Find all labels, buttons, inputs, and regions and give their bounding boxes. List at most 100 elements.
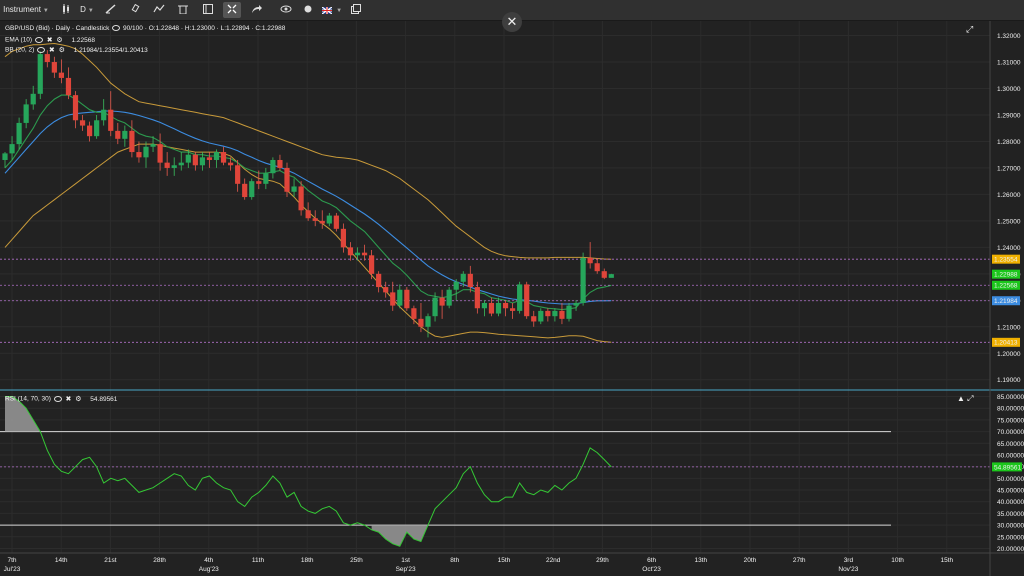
candle-body (439, 297, 445, 306)
share-arrow-icon (246, 4, 268, 14)
date-tick-label: 6th (647, 557, 656, 564)
date-tick-label: 8th (450, 557, 459, 564)
ema-label: EMA (10) (5, 36, 33, 44)
rsi-pane-controls[interactable]: ▲ ⤢ (957, 394, 974, 404)
ohlc-close: C:1.22988 (255, 25, 286, 32)
candle-body (418, 318, 424, 327)
candle-body (608, 274, 614, 278)
candle-body (277, 159, 283, 168)
eye-icon[interactable] (34, 37, 43, 43)
chart-settings-button[interactable] (200, 2, 216, 18)
draw-tools-button[interactable] (124, 2, 146, 18)
rsi-tick-label: 60.00000 (997, 452, 1024, 459)
share-button[interactable] (246, 2, 268, 18)
candle-body (256, 181, 262, 184)
date-month-label: Aug'23 (199, 566, 219, 573)
chart-type-button[interactable] (54, 2, 78, 18)
price-tick-label: 1.25000 (997, 218, 1021, 225)
candle-body (30, 93, 36, 105)
gear-icon[interactable]: ⚙ (75, 395, 81, 403)
rsi-value: 54.89561 (90, 395, 118, 403)
close-icon[interactable]: ✖ (47, 36, 53, 44)
date-month-label: Oct'23 (642, 566, 661, 573)
alerts-button[interactable] (274, 2, 298, 18)
candle-body (404, 289, 410, 309)
date-tick-label: 10th (891, 557, 904, 564)
rsi-tick-label: 85.00000 (997, 394, 1024, 401)
maximize-price-pane-button[interactable]: ⤢ (966, 24, 973, 35)
candle-body (580, 257, 586, 303)
rsi-indicator (0, 396, 990, 547)
arrows-collapse-icon (223, 4, 241, 14)
price-tick-label: 1.30000 (997, 86, 1021, 93)
close-icon[interactable]: ✖ (49, 46, 55, 54)
candle-body (354, 252, 361, 256)
brush-icon (124, 4, 146, 14)
rsi-tick-label: 45.00000 (997, 488, 1024, 495)
rsi-tick-label: 35.00000 (997, 511, 1024, 518)
date-tick-label: 15th (498, 557, 511, 564)
date-month-label: Jul'23 (4, 566, 21, 573)
drawing-line-tool-button[interactable] (100, 2, 122, 18)
delete-drawings-button[interactable] (172, 2, 194, 18)
candle-body (312, 218, 318, 221)
candle-body (242, 183, 248, 198)
candle-body (16, 122, 22, 145)
fit-to-screen-button[interactable] (223, 2, 241, 18)
candle-body (94, 120, 100, 137)
candle-body (376, 273, 382, 288)
gear-icon[interactable]: ⚙ (59, 46, 65, 54)
language-selector[interactable]: ▼ (320, 2, 344, 18)
candle-body (298, 186, 304, 211)
candle-body (249, 181, 255, 198)
candle-body (72, 95, 79, 121)
price-tick-label: 1.29000 (997, 112, 1021, 119)
candle-body (192, 154, 198, 166)
candle-body (101, 109, 107, 121)
candle-body (601, 271, 607, 278)
candle-body (291, 186, 297, 192)
candle-body (432, 297, 438, 317)
price-marker-label: 1.23554 (994, 257, 1018, 264)
candle-body (150, 144, 156, 147)
candle-body (178, 162, 184, 166)
expand-arrows-icon: ⤢ (966, 24, 974, 34)
price-tick-label: 1.31000 (997, 60, 1021, 67)
expand-arrows-icon: ⤢ (967, 394, 974, 403)
candle-body (263, 173, 269, 184)
trash-icon (172, 4, 194, 14)
detach-window-button[interactable] (348, 2, 364, 18)
price-chart[interactable]: 1.32000 1.31000 1.30000 1.29000 1.28000 1.270… (0, 21, 1024, 576)
candle-body (369, 255, 375, 274)
close-chart-button[interactable]: ✕ (502, 12, 522, 32)
candle-body (347, 247, 354, 256)
timeframe-selector[interactable]: D ▼ (78, 2, 96, 18)
date-month-label: Sep'23 (396, 566, 416, 573)
rsi-tick-label: 75.00000 (997, 417, 1024, 424)
price-tick-label: 1.19000 (997, 377, 1021, 384)
price-tick-label: 1.28000 (997, 139, 1021, 146)
candlestick-icon (54, 4, 78, 14)
eye-icon[interactable] (37, 47, 46, 53)
eye-icon[interactable] (53, 396, 62, 402)
price-marker-label: 1.20413 (994, 340, 1018, 347)
date-tick-label: 3rd (844, 557, 854, 564)
rsi-marker-label: 54.89561 (994, 464, 1021, 471)
candle-body (171, 165, 177, 168)
gear-icon[interactable]: ⚙ (56, 36, 62, 44)
visibility-button[interactable] (298, 2, 320, 18)
candle-body (474, 287, 480, 309)
date-tick-label: 11th (252, 557, 265, 564)
candle-body (79, 120, 86, 126)
candle-body (235, 165, 241, 184)
price-tick-label: 1.21000 (997, 324, 1021, 331)
candle-body (552, 310, 558, 317)
ohlc-open: O:1.22848 (148, 25, 180, 32)
close-icon[interactable]: ✖ (66, 395, 72, 403)
indicators-button[interactable] (148, 2, 170, 18)
candle-body (594, 263, 600, 272)
bb-upper-band (4, 42, 612, 260)
candle-body (390, 292, 396, 306)
eye-icon[interactable] (112, 25, 121, 32)
instrument-selector[interactable]: Instrument ▼ (2, 2, 50, 18)
